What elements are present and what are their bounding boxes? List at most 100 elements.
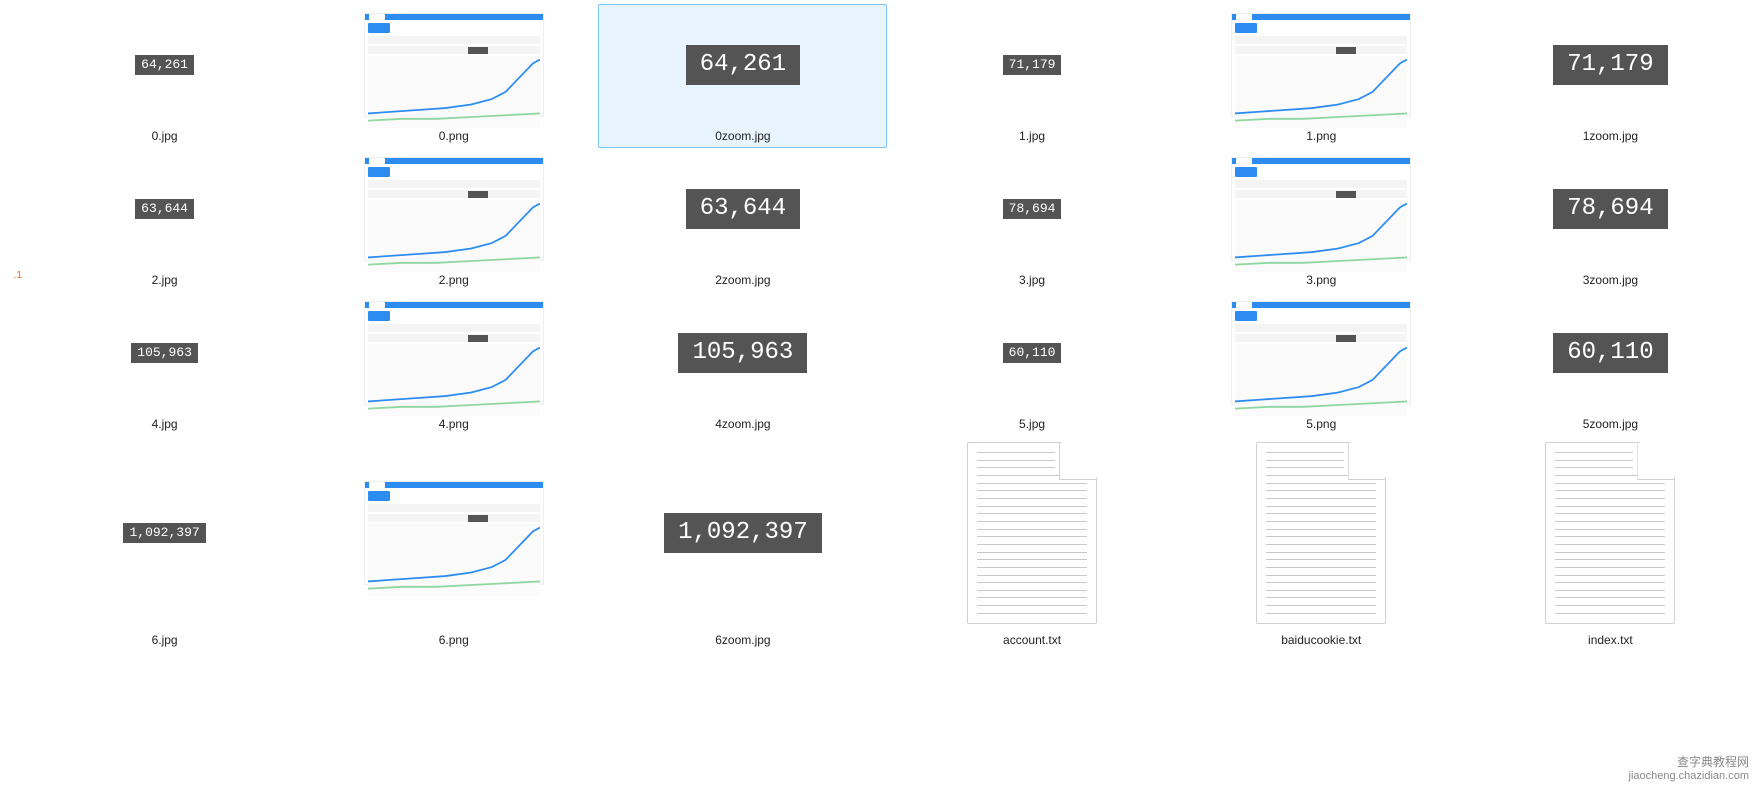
file-name-label: 0.jpg [152,129,178,143]
file-name-label: 2zoom.jpg [715,273,770,287]
file-name-label: 5zoom.jpg [1583,417,1638,431]
number-label-thumbnail: 1,092,397 [123,523,205,543]
tree-strip: .1 [0,0,20,789]
file-name-label: 5.jpg [1019,417,1045,431]
file-item[interactable]: 105,963 4zoom.jpg [598,292,887,436]
thumbnail [1178,293,1465,413]
thumbnail: 60,110 [888,293,1175,413]
number-label-thumbnail: 64,261 [686,45,800,84]
file-name-label: 6.jpg [152,633,178,647]
thumbnail: 63,644 [599,149,886,269]
file-item[interactable]: 64,261 0zoom.jpg [598,4,887,148]
file-item[interactable]: 5.png [1177,292,1466,436]
file-item[interactable]: 64,261 0.jpg [20,4,309,148]
number-label-thumbnail: 1,092,397 [664,513,822,552]
file-name-label: 1.jpg [1019,129,1045,143]
thumbnail: 105,963 [21,293,308,413]
file-name-label: 0.png [439,129,469,143]
number-label-thumbnail: 78,694 [1553,189,1667,228]
text-file-icon [1256,442,1386,624]
file-item[interactable]: 1.png [1177,4,1466,148]
baidu-dashboard-thumbnail [1231,13,1411,117]
baidu-dashboard-thumbnail [364,301,544,405]
thumbnail: 64,261 [599,5,886,125]
file-name-label: 6.png [439,633,469,647]
number-label-thumbnail: 60,110 [1003,343,1062,363]
file-item[interactable]: index.txt [1466,436,1755,652]
thumbnail: 63,644 [21,149,308,269]
thumbnail [310,293,597,413]
file-item[interactable]: 1,092,397 6zoom.jpg [598,436,887,652]
thumbnail [310,437,597,629]
file-name-label: index.txt [1588,633,1633,647]
thumbnail [310,149,597,269]
text-file-icon [967,442,1097,624]
file-name-label: 2.jpg [152,273,178,287]
thumbnail [1178,149,1465,269]
file-item[interactable]: 60,110 5.jpg [887,292,1176,436]
file-name-label: 3.jpg [1019,273,1045,287]
baidu-dashboard-thumbnail [364,157,544,261]
number-label-thumbnail: 64,261 [135,55,194,75]
baidu-dashboard-thumbnail [1231,301,1411,405]
file-item[interactable]: account.txt [887,436,1176,652]
number-label-thumbnail: 71,179 [1553,45,1667,84]
file-name-label: 4.jpg [152,417,178,431]
file-item[interactable]: 3.png [1177,148,1466,292]
file-item[interactable]: baiducookie.txt [1177,436,1466,652]
file-name-label: 1zoom.jpg [1583,129,1638,143]
thumbnail: 78,694 [888,149,1175,269]
number-label-thumbnail: 78,694 [1003,199,1062,219]
file-name-label: 4zoom.jpg [715,417,770,431]
number-label-thumbnail: 105,963 [131,343,198,363]
file-item[interactable]: 63,644 2.jpg [20,148,309,292]
file-name-label: 3zoom.jpg [1583,273,1638,287]
file-item[interactable]: 60,110 5zoom.jpg [1466,292,1755,436]
file-name-label: 3.png [1306,273,1336,287]
watermark: 查字典教程网 jiaocheng.chazidian.com [1629,755,1749,783]
file-name-label: baiducookie.txt [1281,633,1361,647]
watermark-line1: 查字典教程网 [1629,755,1749,769]
thumbnail: 60,110 [1467,293,1754,413]
thumbnail: 78,694 [1467,149,1754,269]
file-item[interactable]: 71,179 1.jpg [887,4,1176,148]
number-label-thumbnail: 105,963 [678,333,807,372]
baidu-dashboard-thumbnail [364,13,544,117]
thumbnail [310,5,597,125]
thumbnail [1178,5,1465,125]
file-item[interactable]: 0.png [309,4,598,148]
thumbnail: 1,092,397 [21,437,308,629]
file-name-label: 0zoom.jpg [715,129,770,143]
watermark-line2: jiaocheng.chazidian.com [1629,770,1749,783]
thumbnail: 64,261 [21,5,308,125]
file-item[interactable]: 105,963 4.jpg [20,292,309,436]
file-item[interactable]: 6.png [309,436,598,652]
file-item[interactable]: 1,092,397 6.jpg [20,436,309,652]
file-item[interactable]: 2.png [309,148,598,292]
baidu-dashboard-thumbnail [364,481,544,585]
thumbnail [1178,437,1465,629]
number-label-thumbnail: 63,644 [686,189,800,228]
file-name-label: 6zoom.jpg [715,633,770,647]
number-label-thumbnail: 60,110 [1553,333,1667,372]
file-name-label: 2.png [439,273,469,287]
file-item[interactable]: 78,694 3zoom.jpg [1466,148,1755,292]
thumbnail: 105,963 [599,293,886,413]
number-label-thumbnail: 71,179 [1003,55,1062,75]
file-item[interactable]: 71,179 1zoom.jpg [1466,4,1755,148]
file-name-label: 4.png [439,417,469,431]
thumbnail [888,437,1175,629]
number-label-thumbnail: 63,644 [135,199,194,219]
file-item[interactable]: 4.png [309,292,598,436]
thumbnail: 71,179 [888,5,1175,125]
file-name-label: 5.png [1306,417,1336,431]
file-item[interactable]: 63,644 2zoom.jpg [598,148,887,292]
thumbnail: 1,092,397 [599,437,886,629]
file-name-label: 1.png [1306,129,1336,143]
file-item[interactable]: 78,694 3.jpg [887,148,1176,292]
file-explorer-grid: 64,261 0.jpg 0.png 64,261 0zoom.jpg 71,1… [20,0,1755,789]
thumbnail [1467,437,1754,629]
baidu-dashboard-thumbnail [1231,157,1411,261]
thumbnail: 71,179 [1467,5,1754,125]
text-file-icon [1545,442,1675,624]
